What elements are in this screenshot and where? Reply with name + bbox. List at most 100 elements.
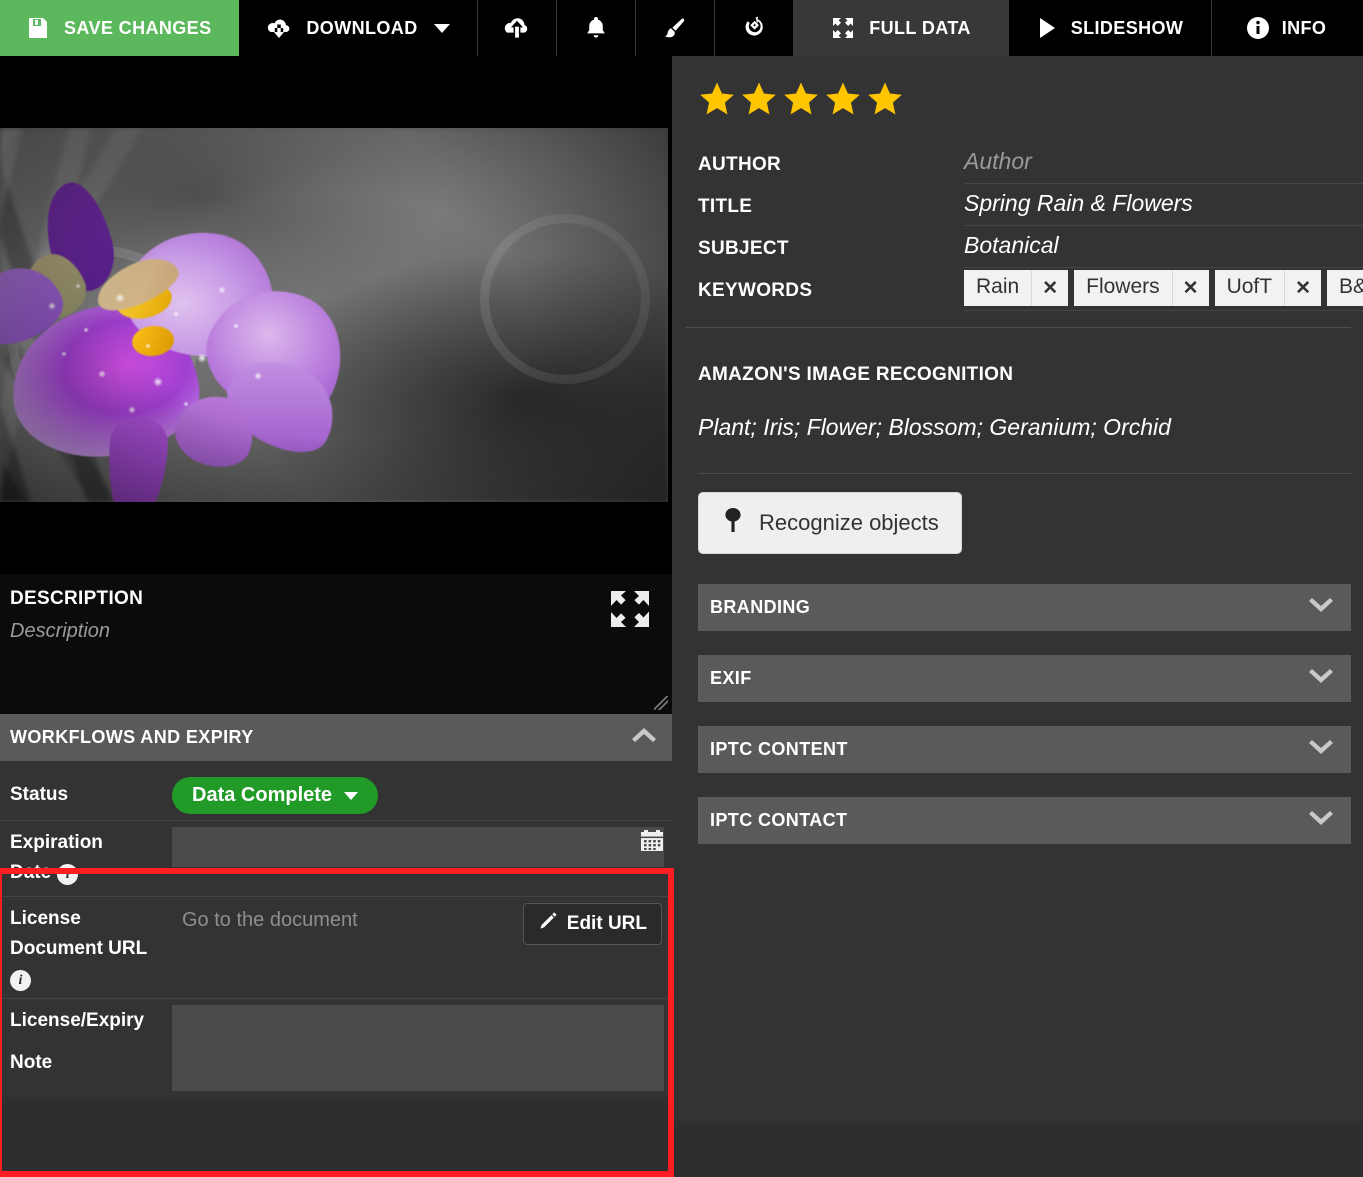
expiration-date-input[interactable]: [172, 827, 664, 867]
workflows-section-header[interactable]: WORKFLOWS AND EXPIRY: [0, 714, 672, 761]
info-icon[interactable]: i: [57, 864, 79, 886]
keyword-label: Flowers: [1086, 275, 1160, 298]
recognize-objects-button[interactable]: Recognize objects: [698, 492, 962, 554]
image-preview-stage[interactable]: [0, 56, 672, 574]
expand-arrows-icon[interactable]: [608, 588, 652, 635]
keywords-row: KEYWORDS Rain ✕ Flowers ✕ UofT ✕ B&W ✕: [686, 268, 1363, 311]
expiration-date-label: Expiration Date i: [10, 832, 103, 886]
floppy-save-icon: [26, 16, 50, 40]
bell-icon: [584, 15, 608, 41]
close-x-icon[interactable]: ✕: [1284, 270, 1321, 306]
accordion-exif-label: EXIF: [710, 668, 752, 688]
status-value: Data Complete: [192, 784, 333, 806]
keywords-label: KEYWORDS: [698, 280, 813, 301]
tab-full-data[interactable]: FULL DATA: [794, 0, 1009, 56]
title-label: TITLE: [698, 196, 753, 217]
description-field[interactable]: DESCRIPTION Description: [0, 574, 672, 714]
keyword-tag[interactable]: Rain ✕: [964, 270, 1069, 306]
chevron-down-icon: [1307, 809, 1335, 832]
info-label: INFO: [1281, 17, 1327, 38]
license-note-field: [172, 999, 672, 1097]
close-x-icon[interactable]: ✕: [1031, 270, 1068, 306]
keyword-tag[interactable]: Flowers ✕: [1074, 270, 1209, 306]
info-icon[interactable]: i: [10, 970, 31, 992]
save-changes-button[interactable]: SAVE CHANGES: [0, 0, 239, 56]
edit-url-button[interactable]: Edit URL: [522, 902, 662, 945]
star-icon[interactable]: [824, 80, 862, 118]
author-input[interactable]: Author: [964, 142, 1363, 184]
recognition-tags: Plant; Iris; Flower; Blossom; Geranium; …: [698, 414, 1171, 440]
status-row: Status Data Complete: [0, 761, 672, 821]
save-changes-label: SAVE CHANGES: [64, 17, 212, 38]
play-icon: [1037, 16, 1057, 40]
expand-arrows-icon: [831, 16, 855, 40]
license-url-label: License Document URL i: [0, 897, 172, 999]
accordion-branding[interactable]: BRANDING: [698, 584, 1351, 631]
accordion-iptc-content[interactable]: IPTC CONTENT: [698, 726, 1351, 773]
info-button[interactable]: INFO: [1212, 0, 1360, 56]
status-dropdown[interactable]: Data Complete: [172, 777, 379, 814]
accordion-iptc-contact[interactable]: IPTC CONTACT: [698, 797, 1351, 844]
author-label: AUTHOR: [698, 154, 782, 175]
accordion-iptc-contact-label: IPTC CONTACT: [710, 810, 848, 830]
keyword-label: B&W: [1339, 275, 1363, 298]
close-x-icon[interactable]: ✕: [1171, 270, 1209, 306]
tree-icon: [721, 507, 745, 539]
chevron-down-icon: [1307, 596, 1335, 619]
chevron-down-icon: [433, 23, 450, 33]
keyword-label: UofT: [1226, 275, 1273, 298]
download-label: DOWNLOAD: [306, 17, 418, 38]
preview-image[interactable]: [0, 128, 668, 502]
top-toolbar: SAVE CHANGES DOWNLOAD FULL DATA SLIDESHO…: [0, 0, 1363, 56]
preview-vignette: [0, 128, 668, 502]
description-input[interactable]: Description: [10, 620, 656, 643]
accordion-branding-label: BRANDING: [710, 597, 811, 617]
license-note-row: License/Expiry Note: [0, 999, 672, 1097]
edit-url-label: Edit URL: [566, 912, 647, 934]
recognition-divider: [698, 473, 1351, 474]
star-icon[interactable]: [866, 80, 904, 118]
keyword-label: Rain: [976, 275, 1020, 298]
cloud-upload-icon: [502, 15, 532, 41]
keywords-list[interactable]: Rain ✕ Flowers ✕ UofT ✕ B&W ✕: [964, 268, 1363, 311]
slideshow-button[interactable]: SLIDESHOW: [1009, 0, 1212, 56]
license-url-field: Go to the document Edit URL: [172, 897, 672, 999]
author-row: AUTHOR Author: [686, 142, 1363, 184]
keyword-tag[interactable]: B&W ✕: [1327, 270, 1363, 306]
status-field: Data Complete: [172, 771, 672, 820]
slideshow-label: SLIDESHOW: [1070, 17, 1184, 38]
status-label: Status: [10, 784, 69, 806]
accordion-sections: BRANDING EXIF IPTC CONTENT IPTC CONTACT: [698, 584, 1351, 844]
description-label: DESCRIPTION: [10, 588, 144, 609]
subject-row: SUBJECT Botanical: [686, 226, 1363, 268]
accordion-iptc-content-label: IPTC CONTENT: [710, 739, 848, 759]
download-button[interactable]: DOWNLOAD: [239, 0, 478, 56]
license-note-label: License/Expiry Note: [10, 1010, 145, 1074]
star-icon[interactable]: [782, 80, 820, 118]
subject-label: SUBJECT: [698, 238, 789, 259]
chevron-down-icon: [1307, 667, 1335, 690]
chevron-up-icon: [630, 726, 658, 749]
description-resize-handle[interactable]: [654, 696, 668, 710]
title-row: TITLE Spring Rain & Flowers: [686, 184, 1363, 226]
subject-input[interactable]: Botanical: [964, 226, 1363, 268]
pencil-icon: [538, 911, 558, 937]
rating-stars[interactable]: [686, 56, 1363, 118]
notifications-button[interactable]: [557, 0, 636, 56]
recognition-title: AMAZON'S IMAGE RECOGNITION: [698, 364, 1014, 385]
license-url-row: License Document URL i Go to the documen…: [0, 897, 672, 1000]
accordion-exif[interactable]: EXIF: [698, 655, 1351, 702]
upload-button[interactable]: [478, 0, 557, 56]
license-note-input[interactable]: [172, 1005, 664, 1092]
calendar-icon[interactable]: [640, 829, 664, 858]
expiration-date-field: [172, 821, 672, 896]
star-icon[interactable]: [740, 80, 778, 118]
rotate-crop-button[interactable]: [715, 0, 794, 56]
title-input[interactable]: Spring Rain & Flowers: [964, 184, 1363, 226]
workflows-body: Status Data Complete Expiration Date i L…: [0, 761, 672, 1098]
edit-image-button[interactable]: [636, 0, 715, 56]
keyword-tag[interactable]: UofT ✕: [1214, 270, 1321, 306]
star-icon[interactable]: [698, 80, 736, 118]
chevron-down-icon: [1307, 738, 1335, 761]
paintbrush-icon: [662, 15, 688, 41]
